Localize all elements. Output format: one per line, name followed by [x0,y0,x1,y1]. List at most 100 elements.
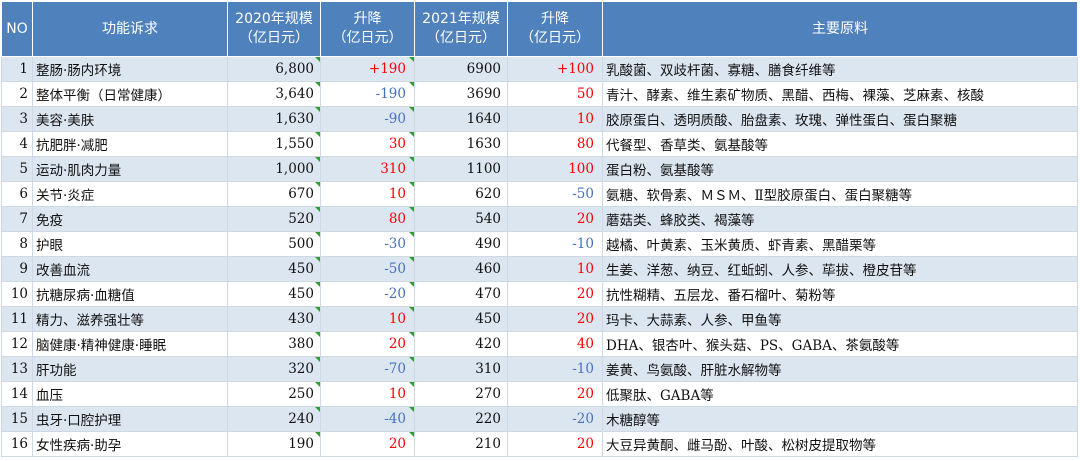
row-change-2020: +190 [320,56,415,82]
header-2020-size: 2020年规模 （亿日元） [227,1,321,57]
row-change-2020: 10 [320,381,415,407]
row-no: 16 [1,431,33,457]
row-change-2021: -10 [507,231,603,257]
row-change-2020: 310 [320,156,415,182]
row-no: 13 [1,356,33,382]
row-no: 3 [1,106,33,132]
table-row: 15 虫牙·口腔护理 240 -40 220 -20 木糖醇等 [1,406,1078,432]
row-materials: 低聚肽、GABA等 [602,381,1078,407]
table-row: 5 运动·肌肉力量 1,000 310 1100 100 蛋白粉、氨基酸等 [1,156,1078,182]
row-function: 整肠·肠内环境 [32,56,228,82]
row-no: 12 [1,331,33,357]
row-2020-size: 430 [227,306,321,332]
row-2020-size: 3,640 [227,81,321,107]
row-function: 免疫 [32,206,228,232]
row-materials: 玛卡、大蒜素、人参、甲鱼等 [602,306,1078,332]
row-change-2021: 20 [507,206,603,232]
row-2021-size: 220 [414,406,508,432]
row-change-2020: -20 [320,281,415,307]
row-change-2021: -50 [507,181,603,207]
header-function: 功能诉求 [32,1,228,57]
row-2020-size: 380 [227,331,321,357]
row-function: 虫牙·口腔护理 [32,406,228,432]
row-change-2021: -20 [507,406,603,432]
row-no: 9 [1,256,33,282]
row-2021-size: 1640 [414,106,508,132]
row-materials: 生姜、洋葱、纳豆、红蚯蚓、人参、荜拔、橙皮苷等 [602,256,1078,282]
row-materials: 代餐型、香草类、氨基酸等 [602,131,1078,157]
row-2021-size: 1630 [414,131,508,157]
row-2021-size: 450 [414,306,508,332]
row-change-2021: 40 [507,331,603,357]
row-materials: 乳酸菌、双歧杆菌、寡糖、膳食纤维等 [602,56,1078,82]
row-no: 4 [1,131,33,157]
row-2021-size: 540 [414,206,508,232]
row-2020-size: 1,630 [227,106,321,132]
row-2021-size: 490 [414,231,508,257]
row-materials: 木糖醇等 [602,406,1078,432]
table-row: 10 抗糖尿病·血糖值 450 -20 470 20 抗性糊精、五层龙、番石榴叶、菊粉等 [1,281,1078,307]
row-no: 1 [1,56,33,82]
header-2021-size: 2021年规模 （亿日元） [414,1,508,57]
row-change-2021: 20 [507,431,603,457]
row-2020-size: 450 [227,256,321,282]
row-change-2021: 50 [507,81,603,107]
row-materials: 氨糖、软骨素、ＭＳＭ、Ⅱ型胶原蛋白、蛋白聚糖等 [602,181,1078,207]
row-change-2021: -10 [507,356,603,382]
row-change-2020: -190 [320,81,415,107]
row-function: 关节·炎症 [32,181,228,207]
table-row: 12 脑健康·精神健康·睡眠 380 20 420 40 DHA、银杏叶、猴头菇、PS、GA… [1,331,1078,357]
row-change-2021: 80 [507,131,603,157]
table-row: 11 精力、滋养强壮等 430 10 450 20 玛卡、大蒜素、人参、甲鱼等 [1,306,1078,332]
table-row: 9 改善血流 450 -50 460 10 生姜、洋葱、纳豆、红蚯蚓、人参、荜拔、橙皮苷等 [1,256,1078,282]
market-size-table: NO 功能诉求 2020年规模 （亿日元） 升降 （亿日元） 2021年规模 （… [1,1,1078,457]
row-function: 精力、滋养强壮等 [32,306,228,332]
row-2020-size: 500 [227,231,321,257]
header-change-2021: 升降 （亿日元） [507,1,603,57]
row-no: 8 [1,231,33,257]
row-2020-size: 450 [227,281,321,307]
row-no: 6 [1,181,33,207]
row-materials: 青汁、酵素、维生素矿物质、黑醋、西梅、裸藻、芝麻素、核酸 [602,81,1078,107]
table-row: 1 整肠·肠内环境 6,800 +190 6900 +100 乳酸菌、双歧杆菌、寡糖、膳食纤… [1,56,1078,82]
row-change-2020: 10 [320,306,415,332]
row-change-2020: -70 [320,356,415,382]
table-row: 7 免疫 520 80 540 20 蘑菇类、蜂胶类、褐藻等 [1,206,1078,232]
row-change-2020: 80 [320,206,415,232]
header-materials: 主要原料 [602,1,1078,57]
row-change-2020: 10 [320,181,415,207]
row-materials: 大豆异黄酮、雌马酚、叶酸、松树皮提取物等 [602,431,1078,457]
row-2020-size: 240 [227,406,321,432]
row-2021-size: 3690 [414,81,508,107]
row-no: 11 [1,306,33,332]
header-change-2020: 升降 （亿日元） [320,1,415,57]
row-2021-size: 310 [414,356,508,382]
row-function: 美容·美肤 [32,106,228,132]
row-2020-size: 520 [227,206,321,232]
table-row: 3 美容·美肤 1,630 -90 1640 10 胶原蛋白、透明质酸、胎盘素、玫瑰、弹性蛋… [1,106,1078,132]
row-function: 脑健康·精神健康·睡眠 [32,331,228,357]
row-2020-size: 670 [227,181,321,207]
row-function: 肝功能 [32,356,228,382]
row-no: 5 [1,156,33,182]
row-materials: 姜黄、鸟氨酸、肝脏水解物等 [602,356,1078,382]
row-no: 15 [1,406,33,432]
row-change-2020: -50 [320,256,415,282]
row-function: 整体平衡（日常健康） [32,81,228,107]
row-2020-size: 190 [227,431,321,457]
row-2021-size: 210 [414,431,508,457]
row-2020-size: 320 [227,356,321,382]
row-2020-size: 250 [227,381,321,407]
table-row: 14 血压 250 10 270 20 低聚肽、GABA等 [1,381,1078,407]
row-no: 2 [1,81,33,107]
row-change-2021: 10 [507,256,603,282]
row-2020-size: 1,000 [227,156,321,182]
row-change-2021: 20 [507,306,603,332]
row-change-2020: -30 [320,231,415,257]
row-change-2020: -90 [320,106,415,132]
row-change-2020: 20 [320,431,415,457]
row-function: 运动·肌肉力量 [32,156,228,182]
row-materials: 胶原蛋白、透明质酸、胎盘素、玫瑰、弹性蛋白、蛋白聚糖 [602,106,1078,132]
row-materials: 蘑菇类、蜂胶类、褐藻等 [602,206,1078,232]
table-row: 13 肝功能 320 -70 310 -10 姜黄、鸟氨酸、肝脏水解物等 [1,356,1078,382]
